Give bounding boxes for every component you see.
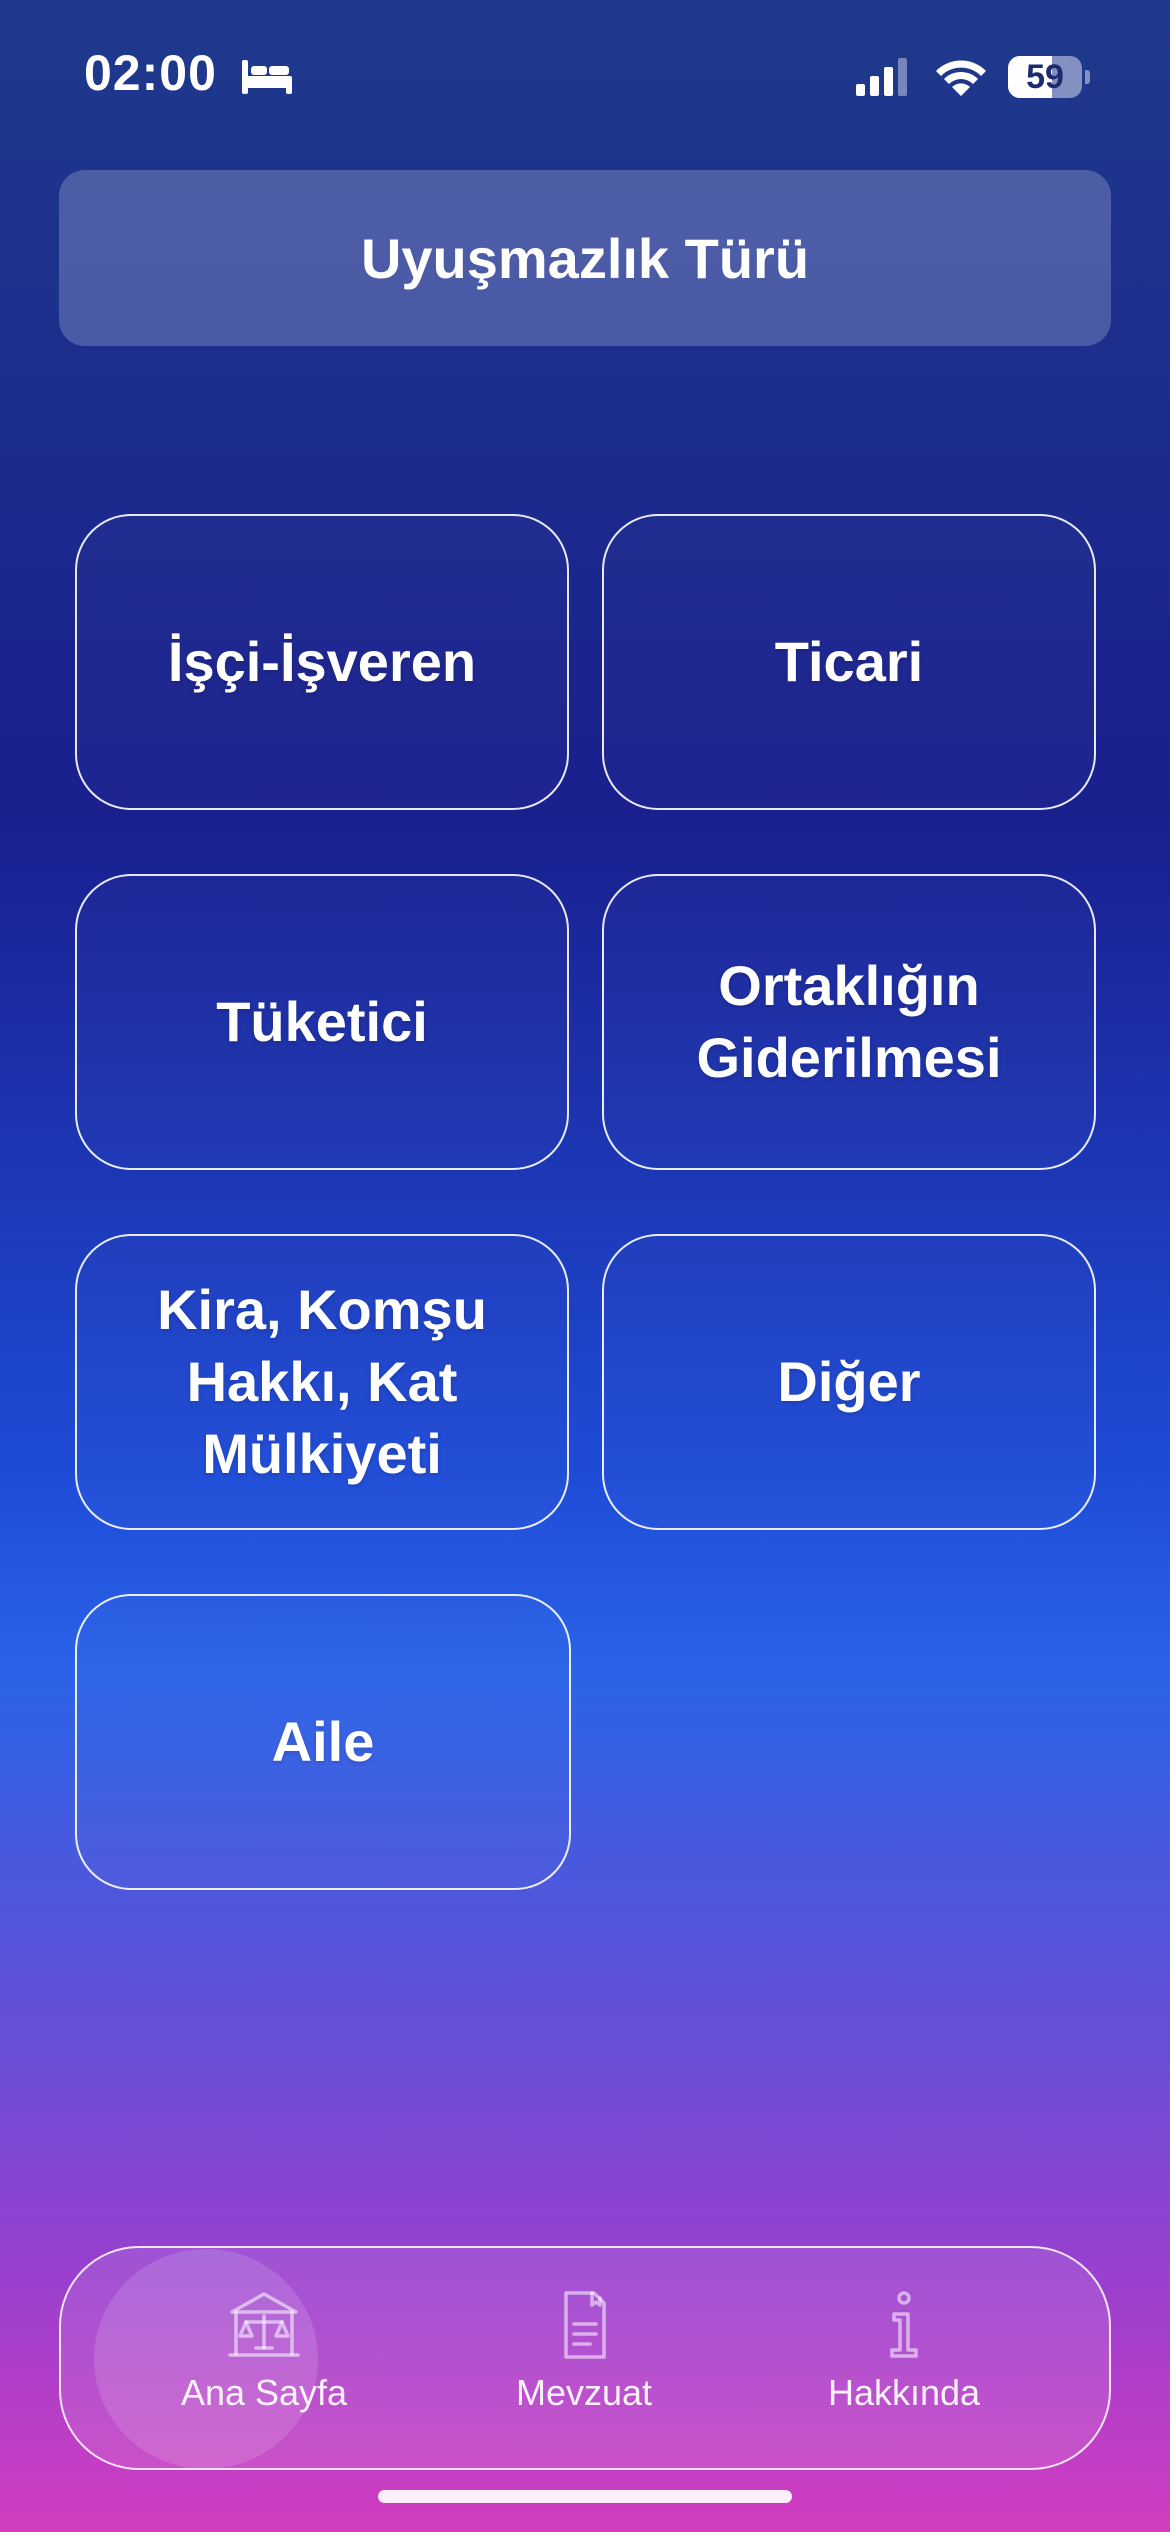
category-label: Kira, Komşu Hakkı, Kat Mülkiyeti <box>157 1278 487 1485</box>
tab-label: Ana Sayfa <box>180 2372 348 2413</box>
tab-mevzuat[interactable]: Mevzuat <box>464 2290 704 2440</box>
tab-label: Mevzuat <box>515 2372 653 2413</box>
bed-icon <box>242 60 292 94</box>
home-indicator <box>378 2490 792 2503</box>
tab-hakkinda[interactable]: Hakkında <box>784 2290 1024 2440</box>
cellular-signal-icon <box>856 58 907 96</box>
info-icon <box>890 2291 918 2358</box>
category-label: Diğer <box>777 1350 921 1413</box>
header-bar: Uyuşmazlık Türü <box>59 170 1111 346</box>
tab-ana-sayfa[interactable]: Ana Sayfa <box>144 2290 384 2440</box>
courthouse-scales-icon <box>228 2292 300 2357</box>
category-label: Tüketici <box>216 990 428 1053</box>
category-label: İşçi-İşveren <box>167 630 477 693</box>
category-ortakligin-giderilmesi-button[interactable]: Ortaklığın Giderilmesi <box>602 874 1096 1170</box>
battery-percentage: 59 <box>1026 58 1064 96</box>
page-title: Uyuşmazlık Türü <box>360 226 810 290</box>
wifi-icon <box>936 60 986 96</box>
category-tuketici-button[interactable]: Tüketici <box>75 874 569 1170</box>
status-time: 02:00 <box>84 45 217 101</box>
status-bar: 02:00 59 <box>0 0 1170 150</box>
category-label: Ortaklığın Giderilmesi <box>696 954 1002 1089</box>
category-isci-isveren-button[interactable]: İşçi-İşveren <box>75 514 569 810</box>
category-diger-button[interactable]: Diğer <box>602 1234 1096 1530</box>
battery-icon: 59 <box>1008 56 1090 98</box>
tab-label: Hakkında <box>827 2372 981 2413</box>
category-aile-button[interactable]: Aile <box>75 1594 571 1890</box>
document-icon <box>564 2291 606 2359</box>
category-ticari-button[interactable]: Ticari <box>602 514 1096 810</box>
category-label: Ticari <box>774 630 924 693</box>
category-label: Aile <box>271 1710 375 1773</box>
category-kira-komsu-kat-button[interactable]: Kira, Komşu Hakkı, Kat Mülkiyeti <box>75 1234 569 1530</box>
